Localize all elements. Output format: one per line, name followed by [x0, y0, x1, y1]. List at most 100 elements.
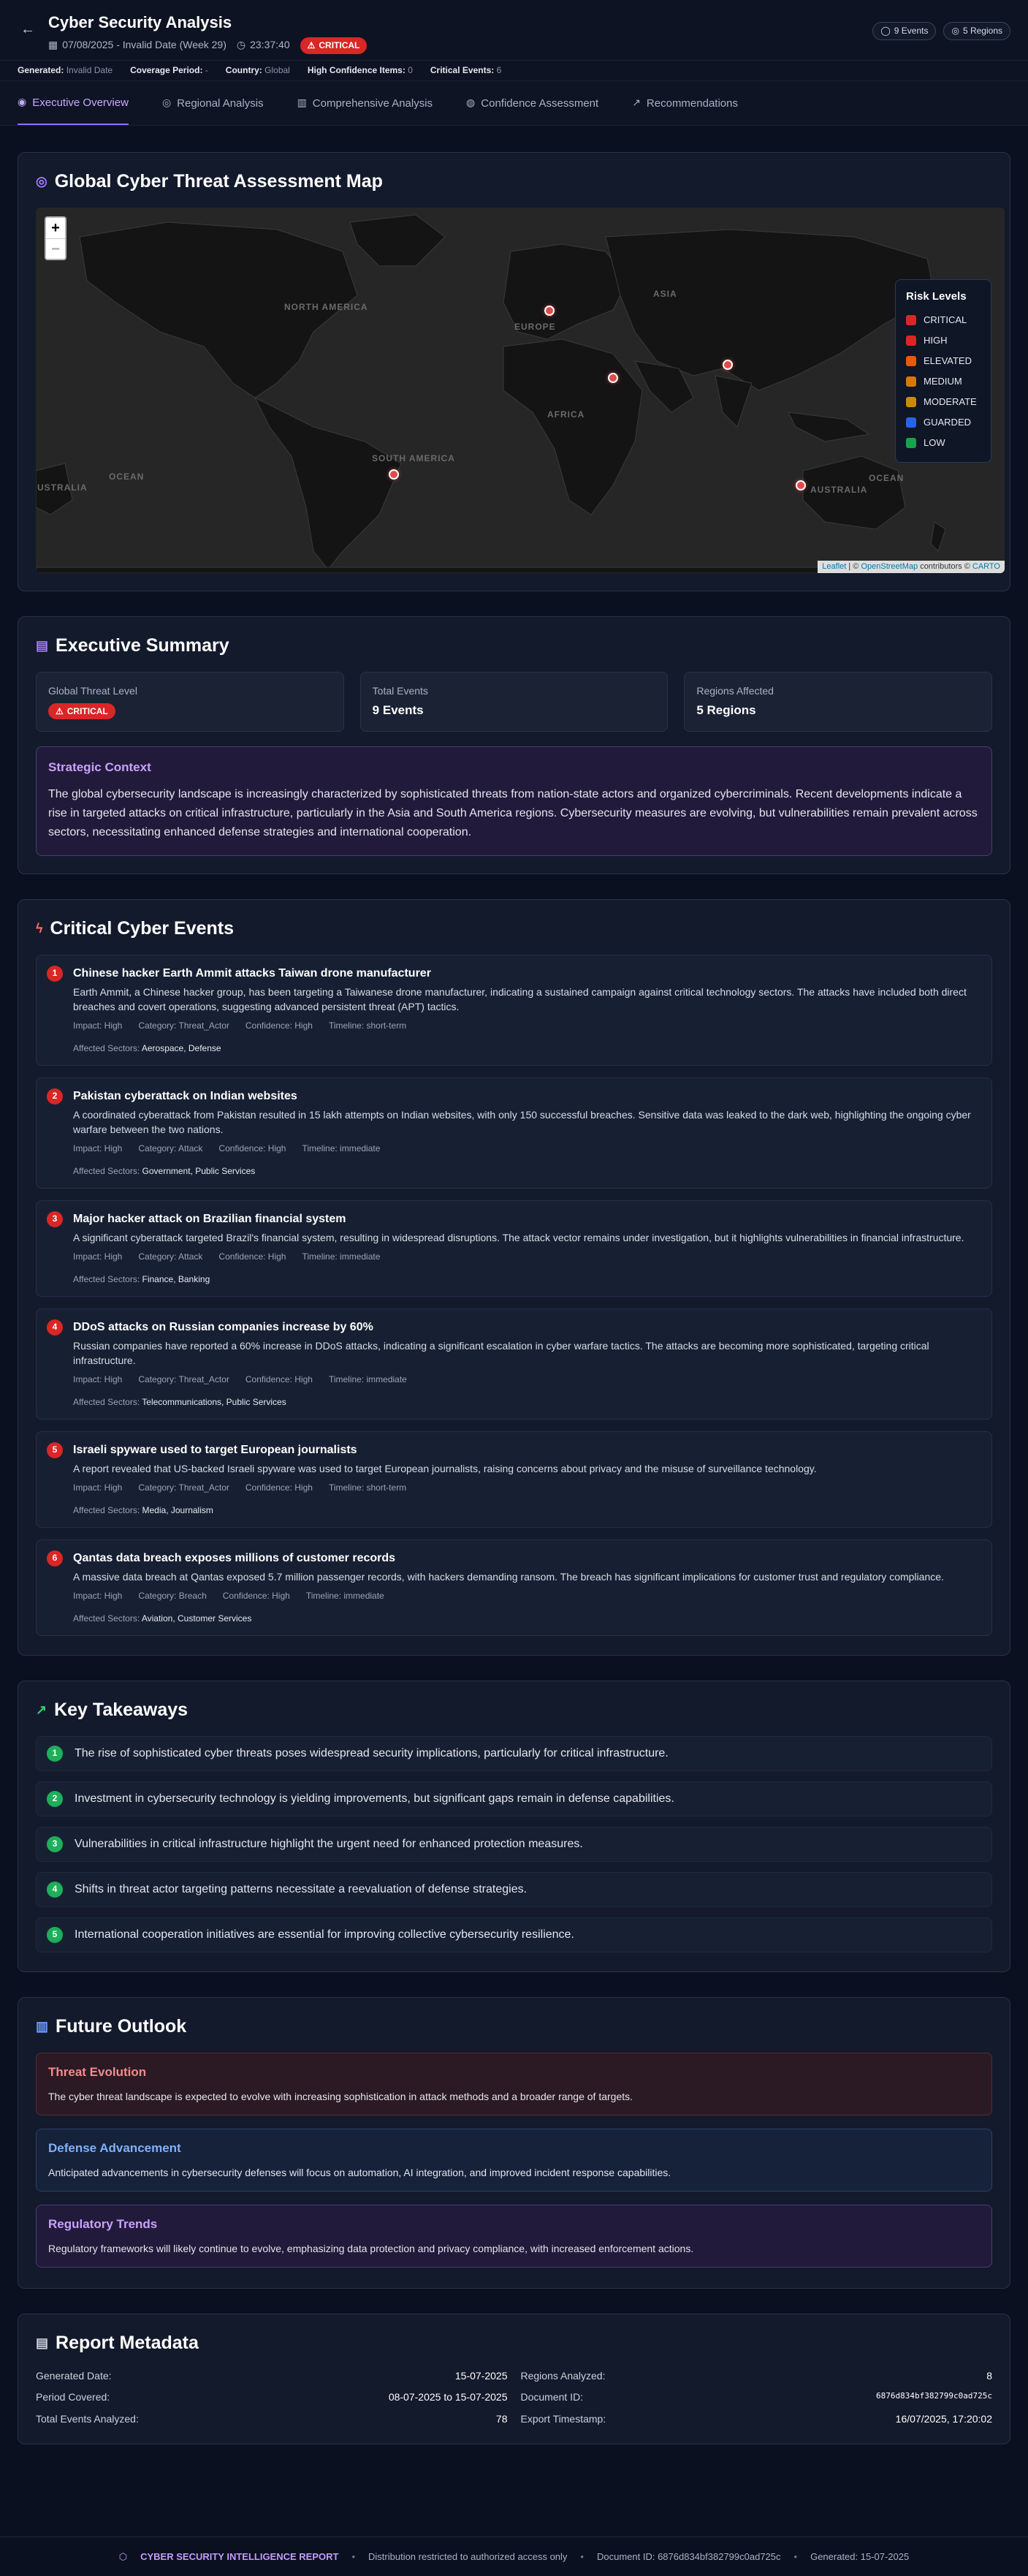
- leaflet-link[interactable]: Leaflet: [822, 562, 846, 571]
- zoom-control: + −: [45, 216, 66, 260]
- legend-title: Risk Levels: [906, 290, 967, 303]
- clock-icon: ◷: [236, 39, 246, 51]
- bar-chart-icon: ▥: [36, 2018, 49, 2034]
- event-marker[interactable]: [723, 360, 733, 370]
- event-marker[interactable]: [796, 480, 806, 490]
- calendar-icon: ▦: [48, 39, 58, 51]
- header-bar: ← Cyber Security Analysis ▦ 07/08/2025 - …: [0, 0, 1028, 60]
- document-icon: ▤: [36, 637, 49, 653]
- outlook-regulatory-trends: Regulatory Trends Regulatory frameworks w…: [36, 2204, 992, 2268]
- footer-restricted: Distribution restricted to authorized ac…: [368, 2550, 568, 2562]
- critical-badge: ⚠ CRITICAL: [300, 37, 368, 54]
- legend-item-high: HIGH: [906, 330, 981, 351]
- event-title: Qantas data breach exposes millions of c…: [73, 1551, 396, 1564]
- event-item[interactable]: 3 Major hacker attack on Brazilian finan…: [36, 1200, 992, 1297]
- event-item[interactable]: 4 DDoS attacks on Russian companies incr…: [36, 1308, 992, 1420]
- risk-legend: Risk Levels CRITICAL HIGH ELEVATED MEDIU…: [895, 279, 991, 463]
- tab-recommendations[interactable]: ↗ Recommendations: [632, 81, 738, 125]
- report-metadata-card: ▤ Report Metadata Generated Date: 15-07-20…: [18, 2313, 1010, 2445]
- shield-icon: ⬡: [118, 2550, 128, 2562]
- zoom-out-button[interactable]: −: [46, 238, 65, 259]
- target-icon: ◍: [466, 96, 476, 109]
- event-title: DDoS attacks on Russian companies increa…: [73, 1320, 373, 1333]
- events-title: Critical Cyber Events: [50, 917, 235, 939]
- executive-summary-card: ▤ Executive Summary Global Threat Level ⚠…: [18, 616, 1010, 874]
- takeaways-title: Key Takeaways: [54, 1699, 189, 1720]
- metadata-row: Export Timestamp: 16/07/2025, 17:20:02: [520, 2412, 993, 2425]
- footer-brand: CYBER SECURITY INTELLIGENCE REPORT: [140, 2550, 339, 2562]
- tab-confidence-assessment[interactable]: ◍ Confidence Assessment: [466, 81, 598, 125]
- country-value: Global: [264, 65, 290, 76]
- future-outlook-card: ▥ Future Outlook Threat Evolution The cybe…: [18, 1996, 1010, 2289]
- event-marker[interactable]: [544, 306, 555, 316]
- trend-icon: ↗: [632, 96, 641, 109]
- event-number: 1: [47, 965, 63, 982]
- key-takeaways-card: ↗ Key Takeaways 1 The rise of sophisticate…: [18, 1680, 1010, 1972]
- tab-executive-overview[interactable]: ◉ Executive Overview: [18, 81, 129, 125]
- warning-icon: ⚠: [56, 705, 64, 716]
- globe-icon: ◎: [36, 173, 47, 189]
- total-events-stat: Total Events 9 Events: [359, 672, 669, 732]
- footer-generated: Generated: 15-07-2025: [810, 2550, 910, 2562]
- metadata-row: Regions Analyzed: 8: [520, 2369, 993, 2382]
- event-marker[interactable]: [608, 373, 618, 383]
- event-number: 5: [47, 1442, 63, 1458]
- outlook-title: Future Outlook: [56, 2015, 187, 2037]
- event-item[interactable]: 1 Chinese hacker Earth Ammit attacks Tai…: [36, 954, 992, 1066]
- map-label-south-america: SOUTH AMERICA: [372, 453, 455, 463]
- threat-level-badge: ⚠ CRITICAL: [48, 702, 115, 720]
- map-label-north-america: NORTH AMERICA: [284, 302, 368, 312]
- report-date: 07/08/2025 - Invalid Date (Week 29): [62, 39, 226, 51]
- generated-label: Generated:: [18, 65, 64, 76]
- map-land: [36, 208, 1005, 573]
- event-title: Major hacker attack on Brazilian financi…: [73, 1212, 346, 1225]
- globe-icon: ◎: [161, 96, 172, 109]
- database-icon: ▤: [36, 2335, 49, 2350]
- critical-events-value: 6: [496, 65, 502, 76]
- critical-events-label: Critical Events:: [430, 65, 495, 76]
- event-description: A coordinated cyberattack from Pakistan …: [73, 1109, 971, 1136]
- event-number: 3: [47, 1211, 63, 1227]
- back-arrow-icon[interactable]: ←: [18, 19, 38, 39]
- strategic-context: Strategic Context The global cybersecuri…: [36, 746, 992, 856]
- outlook-defense-advancement: Defense Advancement Anticipated advanceme…: [36, 2128, 992, 2192]
- osm-link[interactable]: OpenStreetMap: [861, 562, 918, 571]
- tab-bar: ◉ Executive Overview ◎ Regional Analysis ▥…: [0, 80, 1028, 126]
- metadata-title: Report Metadata: [56, 2332, 199, 2353]
- outlook-threat-evolution: Threat Evolution The cyber threat landsca…: [36, 2052, 992, 2115]
- regions-affected-stat: Regions Affected 5 Regions: [684, 672, 993, 732]
- strategic-context-title: Strategic Context: [48, 760, 151, 774]
- event-title: Pakistan cyberattack on Indian websites: [73, 1089, 297, 1102]
- map-label-asia: ASIA: [653, 289, 677, 299]
- zoom-in-button[interactable]: +: [46, 218, 65, 238]
- event-number: 6: [47, 1550, 63, 1567]
- globe-icon: ◎: [951, 26, 959, 36]
- tab-comprehensive-analysis[interactable]: ▥ Comprehensive Analysis: [297, 81, 433, 125]
- event-item[interactable]: 6 Qantas data breach exposes millions of…: [36, 1539, 992, 1636]
- strategic-context-text: The global cybersecurity landscape is in…: [48, 787, 978, 838]
- map-label-africa: AFRICA: [547, 409, 585, 420]
- legend-item-critical: CRITICAL: [906, 310, 981, 330]
- map-label-ocean: OCEAN: [869, 473, 905, 483]
- carto-link[interactable]: CARTO: [972, 562, 1000, 571]
- legend-item-elevated: ELEVATED: [906, 351, 981, 371]
- world-map[interactable]: NORTH AMERICA EUROPE ASIA AFRICA SOUTH A…: [36, 208, 1005, 573]
- meta-bar: Generated: Invalid Date Coverage Period:…: [0, 60, 1028, 80]
- tab-regional-analysis[interactable]: ◎ Regional Analysis: [162, 81, 264, 125]
- coverage-label: Coverage Period:: [130, 65, 203, 76]
- report-time: 23:37:40: [250, 39, 290, 51]
- takeaway-item: 2 Investment in cybersecurity technology …: [36, 1781, 992, 1817]
- threat-map-card: ◎ Global Cyber Threat Assessment Map NOR…: [18, 152, 1010, 591]
- event-marker[interactable]: [389, 469, 399, 480]
- footer-docid: Document ID: 6876d834bf382799c0ad725c: [596, 2550, 781, 2562]
- map-label-europe: EUROPE: [514, 322, 556, 332]
- country-label: Country:: [225, 65, 262, 76]
- event-item[interactable]: 2 Pakistan cyberattack on Indian website…: [36, 1077, 992, 1189]
- generated-value: Invalid Date: [66, 65, 113, 76]
- map-attribution: Leaflet | © OpenStreetMap contributors ©…: [818, 560, 1005, 573]
- summary-title: Executive Summary: [56, 635, 229, 656]
- trend-up-icon: ↗: [36, 1702, 47, 1717]
- high-confidence-label: High Confidence Items:: [307, 65, 406, 76]
- event-item[interactable]: 5 Israeli spyware used to target Europea…: [36, 1431, 992, 1528]
- takeaway-item: 3 Vulnerabilities in critical infrastruct…: [36, 1826, 992, 1862]
